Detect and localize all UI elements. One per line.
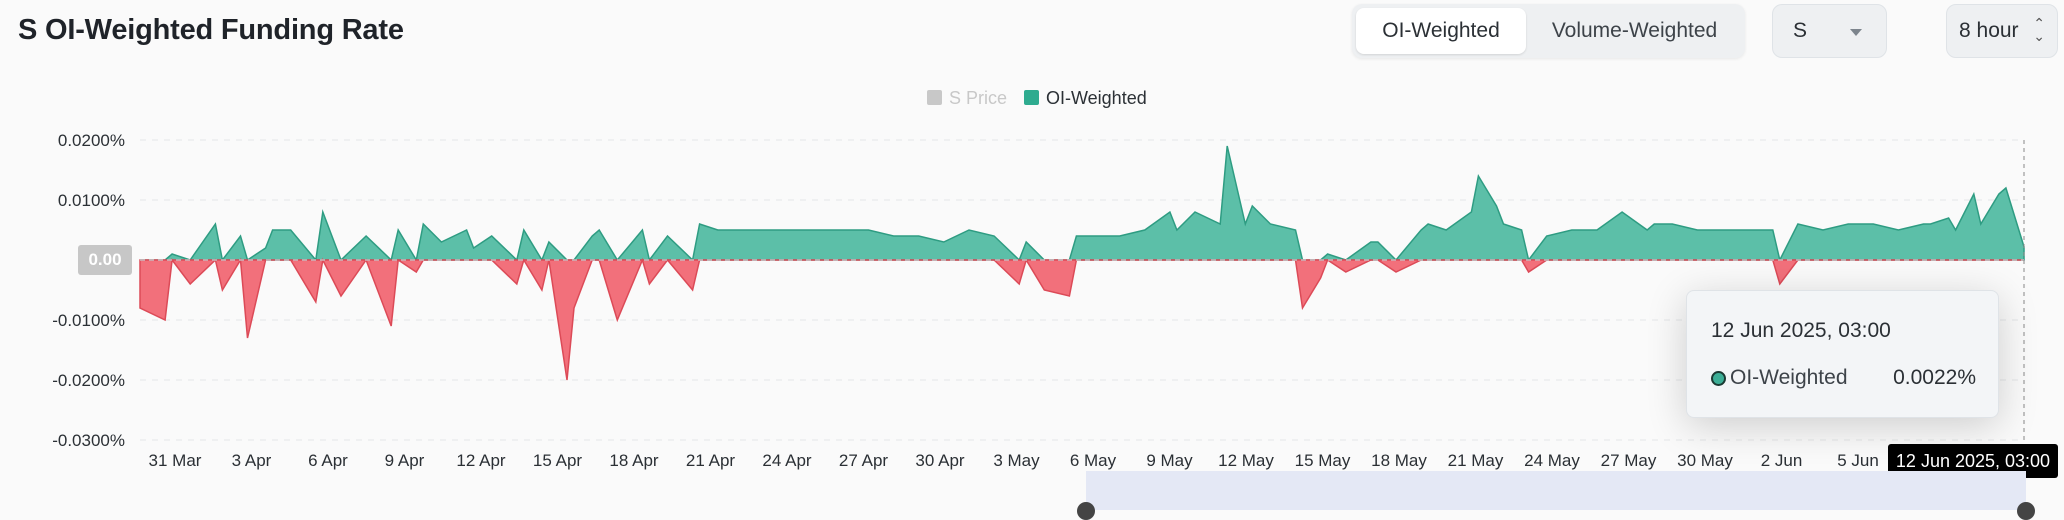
x-tick-label: 18 May (1371, 451, 1427, 470)
zero-axis-label: 0.00 (78, 245, 132, 275)
zoom-handle-left[interactable] (1077, 502, 1095, 520)
zoom-handle-right[interactable] (2017, 502, 2035, 520)
x-tick-label: 21 May (1448, 451, 1504, 470)
chart-tooltip: 12 Jun 2025, 03:00 OI-Weighted 0.0022% (1686, 290, 1999, 418)
x-tick-label: 27 Apr (839, 451, 888, 470)
x-tick-label: 31 Mar (149, 451, 202, 470)
x-tick-label: 12 May (1218, 451, 1274, 470)
tooltip-date: 12 Jun 2025, 03:00 (1711, 319, 1891, 343)
x-tick-label: 27 May (1601, 451, 1657, 470)
y-tick-label: -0.0100% (52, 311, 125, 330)
zoom-range-selection[interactable] (1086, 471, 2026, 510)
x-tick-label: 9 Apr (385, 451, 425, 470)
funding-rate-chart[interactable]: 0.0200% 0.0100% -0.0100% -0.0200% -0.0300% 31… (0, 0, 2064, 510)
tooltip-series-name: OI-Weighted (1730, 366, 1848, 390)
y-tick-label: 0.0100% (58, 191, 125, 210)
x-tick-label: 15 Apr (533, 451, 582, 470)
x-tick-label: 24 May (1524, 451, 1580, 470)
x-tick-label: 15 May (1295, 451, 1351, 470)
x-tick-label: 21 Apr (686, 451, 735, 470)
x-tick-label: 6 May (1070, 451, 1117, 470)
tooltip-series-dot-icon (1711, 371, 1726, 386)
x-tick-label: 30 Apr (915, 451, 964, 470)
y-tick-label: 0.0200% (58, 131, 125, 150)
tooltip-value: 0.0022% (1893, 366, 1976, 390)
x-tick-label: 5 Jun (1837, 451, 1879, 470)
x-tick-label: 6 Apr (308, 451, 348, 470)
x-tick-label: 12 Apr (456, 451, 505, 470)
x-tick-label: 30 May (1677, 451, 1733, 470)
x-tick-label: 9 May (1146, 451, 1193, 470)
x-tick-label: 24 Apr (762, 451, 811, 470)
x-tick-label: 2 Jun (1761, 451, 1803, 470)
y-tick-label: -0.0300% (52, 431, 125, 450)
y-tick-label: -0.0200% (52, 371, 125, 390)
x-tick-label: 18 Apr (609, 451, 658, 470)
series-oi-weighted-positive-area (140, 146, 2024, 260)
x-tick-label: 3 Apr (232, 451, 272, 470)
x-tick-label: 3 May (993, 451, 1040, 470)
